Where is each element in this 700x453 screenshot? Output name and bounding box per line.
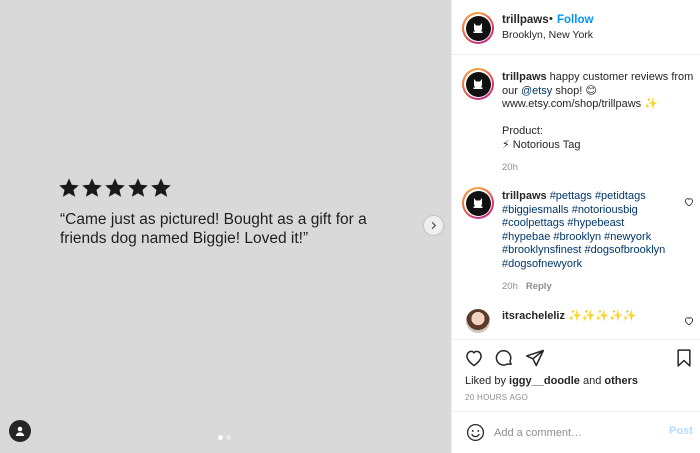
dog-logo-icon xyxy=(473,23,483,33)
shop-url: www.etsy.com/shop/trillpaws ✨ xyxy=(502,98,658,111)
comment-body: ✨✨✨✨✨ xyxy=(564,310,637,322)
comment-input[interactable] xyxy=(494,424,654,442)
save-button[interactable] xyxy=(674,348,694,368)
carousel-dot xyxy=(226,435,231,440)
header-username[interactable]: trillpaws xyxy=(502,14,549,26)
heart-icon xyxy=(685,317,693,326)
review-quote: “Came just as pictured! Bought as a gift… xyxy=(60,211,367,247)
liked-mid: and xyxy=(579,375,605,387)
liked-prefix: Liked by xyxy=(465,375,510,387)
caption-text: trillpaws happy customer reviews from ou… xyxy=(502,71,698,153)
product-label: Product: xyxy=(502,125,543,138)
comment-button[interactable] xyxy=(494,348,514,368)
tagged-users-button[interactable] xyxy=(9,420,31,442)
carousel-dot xyxy=(218,435,223,440)
carousel-indicator xyxy=(218,435,231,440)
bookmark-icon xyxy=(677,349,691,367)
dog-logo-icon xyxy=(473,198,483,208)
post-sidebar: trillpaws • Follow Brooklyn, New York tr… xyxy=(451,0,700,453)
header-separator: • xyxy=(549,13,553,25)
comment-bubble-icon xyxy=(495,349,512,366)
star-icon xyxy=(104,177,126,199)
heart-icon xyxy=(466,350,482,367)
post-button[interactable]: Post xyxy=(669,425,693,437)
like-button[interactable] xyxy=(464,348,484,368)
comments-list[interactable]: trillpaws happy customer reviews from ou… xyxy=(452,56,700,339)
avatar[interactable] xyxy=(462,68,494,100)
comment-meta: 20h Reply xyxy=(502,281,552,292)
user-comment-text: itsracheleliz ✨✨✨✨✨ xyxy=(502,310,674,324)
next-slide-button[interactable] xyxy=(424,216,443,235)
paper-plane-icon xyxy=(525,349,545,367)
mention-link[interactable]: @etsy xyxy=(521,85,552,97)
avatar[interactable] xyxy=(462,12,494,44)
caption-username[interactable]: trillpaws xyxy=(502,71,547,83)
liked-by-text: Liked by iggy__doodle and others xyxy=(465,375,638,387)
share-button[interactable] xyxy=(525,348,545,368)
user-icon xyxy=(15,426,25,436)
smiley-icon xyxy=(466,423,485,442)
hashtag-comment-text: trillpaws #pettags #petidtags #biggiesma… xyxy=(502,190,674,272)
star-icon xyxy=(127,177,149,199)
star-icon xyxy=(150,177,172,199)
location-link[interactable]: Brooklyn, New York xyxy=(502,29,593,41)
add-comment-bar: Post xyxy=(452,411,700,453)
liked-user-link[interactable]: iggy__doodle xyxy=(509,375,580,387)
post-timestamp[interactable]: 20 HOURS AGO xyxy=(465,393,528,402)
action-bar: Liked by iggy__doodle and others 20 HOUR… xyxy=(452,339,700,419)
star-icon xyxy=(81,177,103,199)
comment-time[interactable]: 20h xyxy=(502,281,518,292)
post-media[interactable]: “Came just as pictured! Bought as a gift… xyxy=(0,0,451,453)
heart-icon xyxy=(685,198,693,207)
dog-logo-icon xyxy=(473,79,483,89)
chevron-right-icon xyxy=(431,221,437,230)
caption-meta: 20h xyxy=(502,162,518,173)
caption-time[interactable]: 20h xyxy=(502,162,518,173)
follow-button[interactable]: Follow xyxy=(557,14,593,26)
comment-username[interactable]: trillpaws xyxy=(502,190,547,202)
post-header: trillpaws • Follow Brooklyn, New York xyxy=(452,0,700,55)
comment-like-button[interactable] xyxy=(684,197,694,207)
product-line: ⚡ Notorious Tag xyxy=(502,138,581,151)
avatar[interactable] xyxy=(462,187,494,219)
caption-body: shop! 😊 xyxy=(552,84,597,97)
reply-button[interactable]: Reply xyxy=(526,281,552,292)
avatar[interactable] xyxy=(466,309,490,333)
comment-like-button[interactable] xyxy=(684,316,694,326)
star-icon xyxy=(58,177,80,199)
comment-username[interactable]: itsracheleliz xyxy=(502,310,565,322)
rating-stars xyxy=(58,177,172,199)
liked-others-link[interactable]: others xyxy=(604,375,638,387)
emoji-button[interactable] xyxy=(466,423,485,442)
